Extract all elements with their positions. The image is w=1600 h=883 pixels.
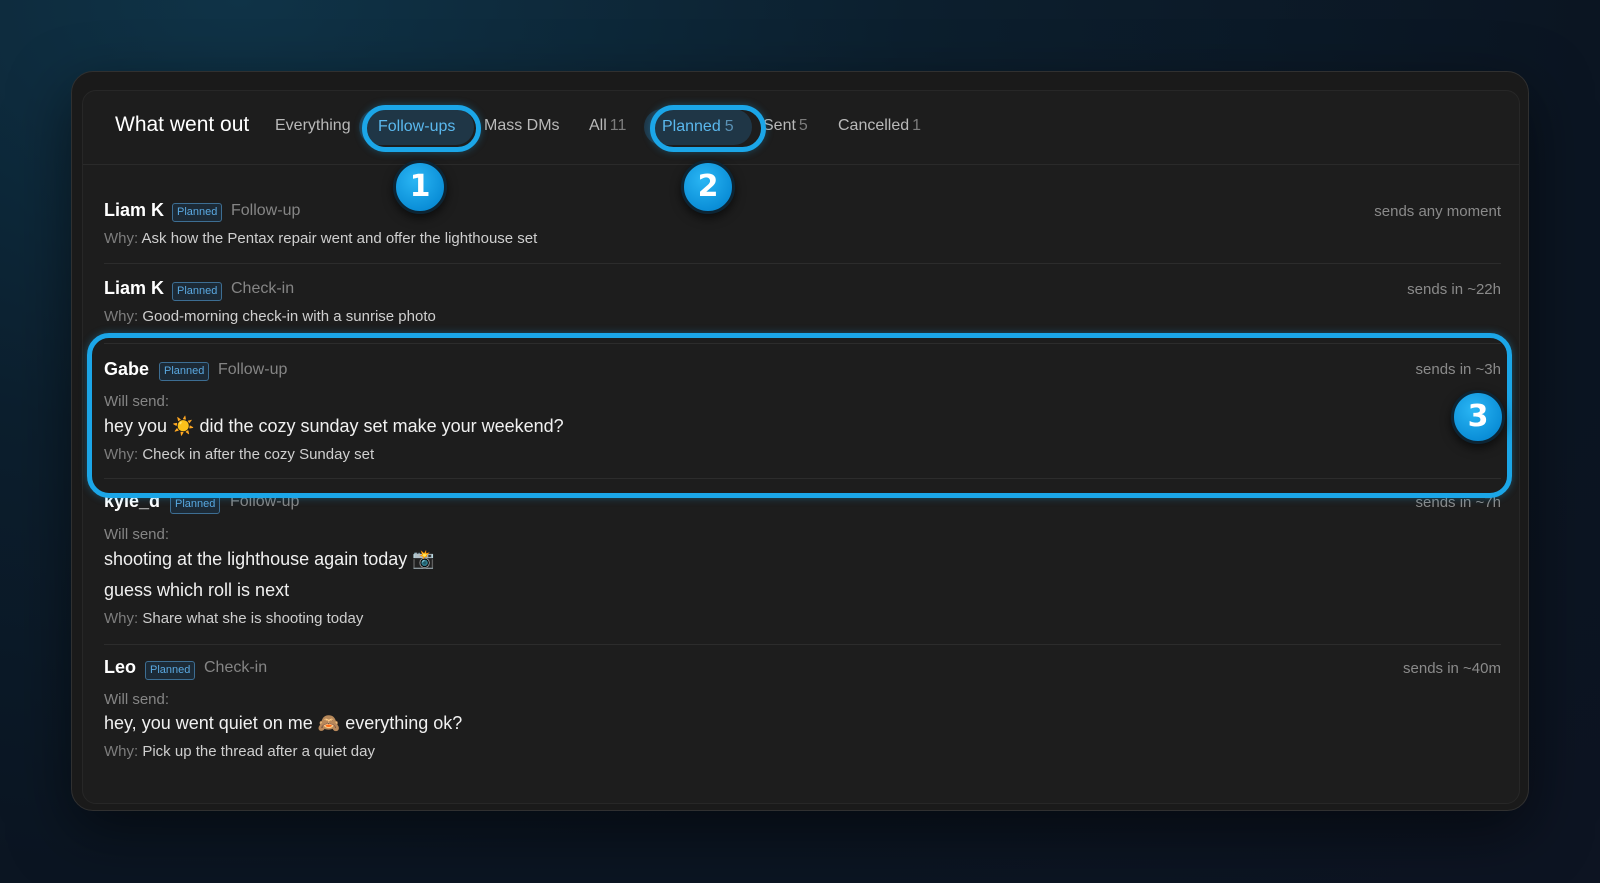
why-value: Share what she is shooting today <box>142 610 364 627</box>
tab-mass-dms[interactable]: Mass DMs <box>484 117 560 135</box>
why-label: Why: <box>104 230 139 247</box>
tab-everything[interactable]: Everything <box>275 117 351 135</box>
contact-name: Leo <box>104 657 137 677</box>
filter-sent[interactable]: Sent 5 <box>763 117 808 135</box>
filter-cancelled[interactable]: Cancelled 1 <box>838 117 921 135</box>
why-value: Good-morning check-in with a sunrise pho… <box>142 308 436 325</box>
filter-sent-count: 5 <box>798 117 808 134</box>
message-line: shooting at the lighthouse again today 📸 <box>104 549 435 569</box>
highlight-planned <box>650 105 766 152</box>
page-title: What went out <box>115 113 250 136</box>
why-text: Why: Ask how the Pentax repair went and … <box>104 230 537 247</box>
message-line: hey, you went quiet on me 🙈 everything o… <box>104 713 463 733</box>
why-label: Why: <box>104 308 139 325</box>
why-text: Why: Pick up the thread after a quiet da… <box>104 743 375 760</box>
why-label: Why: <box>104 743 139 760</box>
list-item[interactable]: Liam K Planned Check-in sends in ~22h Wh… <box>104 264 1501 344</box>
why-value: Pick up the thread after a quiet day <box>142 743 375 760</box>
highlight-gabe-row <box>87 333 1512 498</box>
why-value: Ask how the Pentax repair went and offer… <box>141 230 538 247</box>
why-label: Why: <box>104 610 139 627</box>
send-time: sends in ~40m <box>1403 660 1501 677</box>
header: What went out Everything Follow-ups Mass… <box>83 91 1519 165</box>
status-badge: Planned <box>145 661 196 680</box>
filter-cancelled-label: Cancelled <box>838 117 910 134</box>
filter-all[interactable]: All 11 <box>589 117 626 135</box>
list-item[interactable]: Liam K Planned Follow-up sends any momen… <box>104 166 1501 264</box>
filter-sent-label: Sent <box>763 117 796 134</box>
filter-cancelled-count: 1 <box>912 117 922 134</box>
filter-all-count: 11 <box>609 117 627 134</box>
highlight-follow-ups <box>362 105 481 152</box>
will-send-label: Will send: <box>104 526 170 543</box>
contact-name: Liam K <box>104 200 165 220</box>
list-item[interactable]: kyle_d Planned Follow-up sends in ~7h Wi… <box>104 479 1501 645</box>
send-time: sends any moment <box>1374 203 1501 220</box>
callout-marker-1: 1 <box>393 160 447 214</box>
will-send-label: Will send: <box>104 691 170 708</box>
contact-name: Liam K <box>104 278 165 298</box>
message-kind: Follow-up <box>231 202 301 219</box>
message-kind: Check-in <box>231 280 295 297</box>
message-kind: Check-in <box>204 659 268 676</box>
why-text: Why: Share what she is shooting today <box>104 610 363 627</box>
status-badge: Planned <box>172 203 223 222</box>
why-text: Why: Good-morning check-in with a sunris… <box>104 308 436 325</box>
send-time: sends in ~22h <box>1407 281 1501 298</box>
filter-all-label: All <box>589 117 607 134</box>
status-badge: Planned <box>172 282 223 301</box>
callout-marker-3: 3 <box>1451 390 1505 444</box>
message-line: guess which roll is next <box>104 580 290 600</box>
list-item[interactable]: Leo Planned Check-in sends in ~40m Will … <box>104 645 1501 785</box>
callout-marker-2: 2 <box>681 160 735 214</box>
